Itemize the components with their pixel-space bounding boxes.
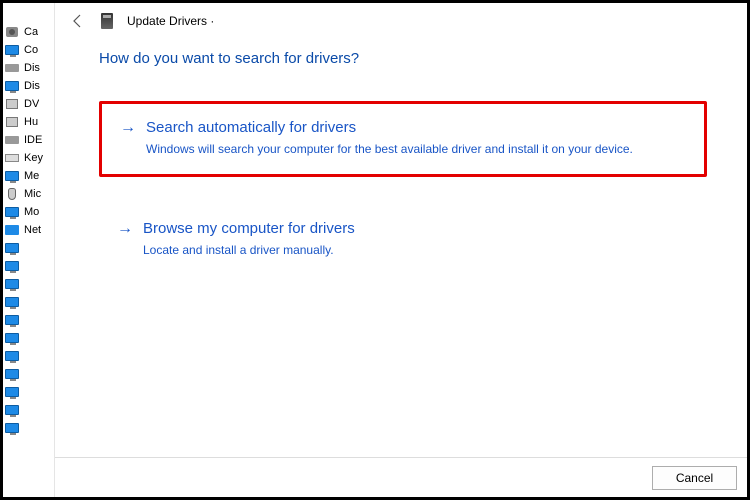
device-tree-item[interactable] [3, 347, 54, 365]
cancel-button[interactable]: Cancel [652, 466, 737, 490]
device-tree-item[interactable] [3, 419, 54, 437]
device-tree-label: Ca [24, 26, 38, 38]
monitor-icon [4, 368, 20, 380]
option-title: Search automatically for drivers [146, 119, 356, 136]
device-tree-label: Me [24, 170, 39, 182]
option-title: Browse my computer for drivers [143, 220, 355, 237]
option-search-automatically[interactable]: → Search automatically for drivers Windo… [99, 101, 707, 177]
monitor-icon [4, 332, 20, 344]
device-tree-label: Dis [24, 80, 40, 92]
keyboard-icon [4, 152, 20, 164]
mouse-icon [4, 188, 20, 200]
monitor-icon [4, 278, 20, 290]
device-tree-item[interactable]: Mo [3, 203, 54, 221]
device-tree-item[interactable] [3, 257, 54, 275]
monitor-icon [4, 80, 20, 92]
device-tree-item[interactable] [3, 275, 54, 293]
monitor-icon [4, 260, 20, 272]
device-tree-label: Co [24, 44, 38, 56]
monitor-icon [4, 350, 20, 362]
device-tree-item[interactable]: IDE [3, 131, 54, 149]
driver-device-icon [101, 13, 113, 29]
device-tree-item[interactable] [3, 365, 54, 383]
arrow-right-icon: → [120, 119, 136, 137]
device-tree-item[interactable] [3, 311, 54, 329]
net-icon [4, 224, 20, 236]
device-tree-item[interactable]: Mic [3, 185, 54, 203]
monitor-icon [4, 314, 20, 326]
dialog-heading: How do you want to search for drivers? [99, 50, 707, 67]
option-browse-computer[interactable]: → Browse my computer for drivers Locate … [99, 205, 707, 275]
device-tree-item[interactable]: Hu [3, 113, 54, 131]
hdd-icon [4, 134, 20, 146]
device-tree-label: DV [24, 98, 39, 110]
device-tree-item[interactable]: Dis [3, 77, 54, 95]
device-tree-item[interactable]: Key [3, 149, 54, 167]
dialog-title: Update Drivers · [127, 14, 214, 28]
usb-icon [4, 98, 20, 110]
arrow-right-icon: → [117, 220, 133, 238]
monitor-icon [4, 206, 20, 218]
device-manager-sidebar: Ca Co Dis Dis DV Hu IDE Key Me Mic Mo Net [3, 3, 55, 497]
device-tree-label: Dis [24, 62, 40, 74]
device-tree-item[interactable]: Co [3, 41, 54, 59]
back-arrow-icon[interactable] [69, 12, 87, 30]
device-tree-label: Hu [24, 116, 38, 128]
device-tree-item[interactable]: DV [3, 95, 54, 113]
usb-icon [4, 116, 20, 128]
device-tree-item[interactable] [3, 293, 54, 311]
device-tree-item[interactable] [3, 383, 54, 401]
device-tree-label: Key [24, 152, 43, 164]
dialog-titlebar: Update Drivers · [55, 3, 747, 36]
device-tree-item[interactable]: Me [3, 167, 54, 185]
device-tree-item[interactable] [3, 401, 54, 419]
monitor-icon [4, 386, 20, 398]
monitor-icon [4, 242, 20, 254]
dialog-content: How do you want to search for drivers? →… [55, 36, 747, 275]
dialog-footer: Cancel [55, 457, 747, 497]
monitor-icon [4, 296, 20, 308]
camera-icon [4, 26, 20, 38]
option-description: Locate and install a driver manually. [143, 241, 643, 259]
monitor-icon [4, 404, 20, 416]
monitor-icon [4, 170, 20, 182]
device-tree-label: IDE [24, 134, 42, 146]
device-tree-label: Net [24, 224, 41, 236]
device-tree-label: Mo [24, 206, 39, 218]
monitor-icon [4, 422, 20, 434]
option-description: Windows will search your computer for th… [146, 140, 646, 158]
device-tree-label: Mic [24, 188, 41, 200]
device-tree-item[interactable] [3, 239, 54, 257]
device-tree-item[interactable]: Dis [3, 59, 54, 77]
update-drivers-dialog: Update Drivers · How do you want to sear… [55, 3, 747, 497]
device-tree-item[interactable]: Ca [3, 23, 54, 41]
monitor-icon [4, 44, 20, 56]
hdd-icon [4, 62, 20, 74]
device-tree-item[interactable] [3, 329, 54, 347]
device-tree-item[interactable]: Net [3, 221, 54, 239]
